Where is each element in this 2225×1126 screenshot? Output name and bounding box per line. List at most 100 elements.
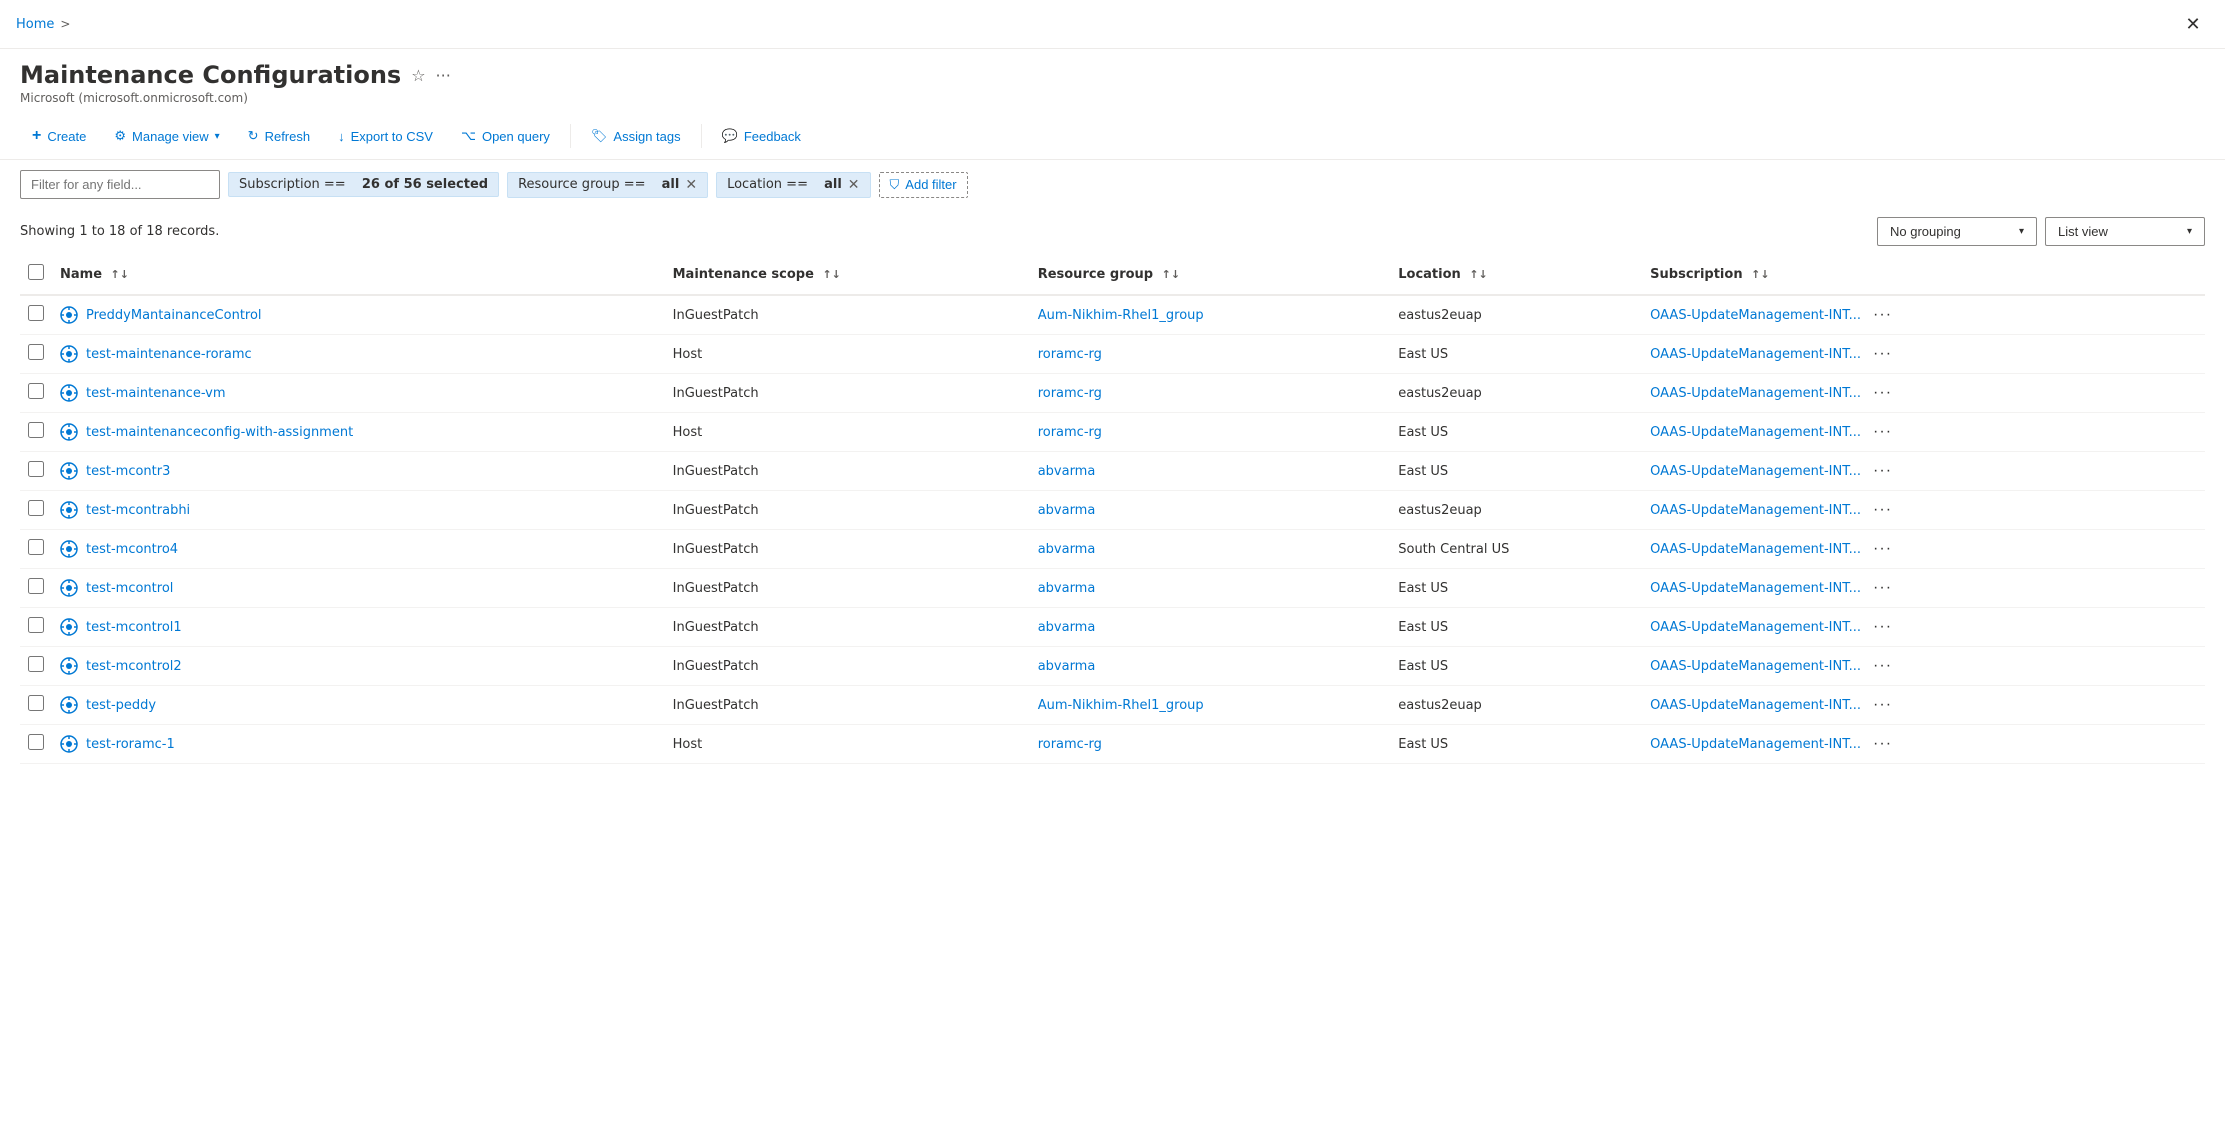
close-button[interactable]: ✕	[2177, 8, 2209, 40]
row-more-button[interactable]: ···	[1867, 343, 1898, 365]
row-rg-link[interactable]: roramc-rg	[1038, 386, 1102, 401]
row-rg-link[interactable]: abvarma	[1038, 542, 1096, 557]
row-rg-link[interactable]: abvarma	[1038, 464, 1096, 479]
row-name-cell: PreddyMantainanceControl	[52, 295, 665, 335]
row-checkbox[interactable]	[28, 734, 44, 750]
row-more-button[interactable]: ···	[1867, 499, 1898, 521]
row-more-button[interactable]: ···	[1867, 304, 1898, 326]
open-query-button[interactable]: ⌥ Open query	[449, 122, 562, 150]
row-more-button[interactable]: ···	[1867, 733, 1898, 755]
create-button[interactable]: + Create	[20, 121, 98, 151]
row-rg-link[interactable]: roramc-rg	[1038, 347, 1102, 362]
row-subscription-link[interactable]: OAAS-UpdateManagement-INT...	[1650, 698, 1861, 713]
row-rg-link[interactable]: Aum-Nikhim-Rhel1_group	[1038, 308, 1204, 323]
row-checkbox[interactable]	[28, 500, 44, 516]
row-checkbox[interactable]	[28, 539, 44, 555]
row-name-link[interactable]: test-mcontrol	[60, 579, 657, 597]
row-more-button[interactable]: ···	[1867, 382, 1898, 404]
row-more-button[interactable]: ···	[1867, 538, 1898, 560]
row-checkbox[interactable]	[28, 578, 44, 594]
row-subscription-link[interactable]: OAAS-UpdateManagement-INT...	[1650, 542, 1861, 557]
row-name-link[interactable]: test-mcontrabhi	[60, 501, 657, 519]
row-rg-link[interactable]: abvarma	[1038, 581, 1096, 596]
row-subscription-link[interactable]: OAAS-UpdateManagement-INT...	[1650, 464, 1861, 479]
column-header-name[interactable]: Name ↑↓	[52, 254, 665, 295]
row-name-link[interactable]: PreddyMantainanceControl	[60, 306, 657, 324]
view-dropdown[interactable]: List view ▾	[2045, 217, 2205, 246]
row-checkbox[interactable]	[28, 656, 44, 672]
toolbar-divider-2	[701, 124, 702, 148]
row-name-link[interactable]: test-roramc-1	[60, 735, 657, 753]
row-more-button[interactable]: ···	[1867, 616, 1898, 638]
row-subscription-link[interactable]: OAAS-UpdateManagement-INT...	[1650, 581, 1861, 596]
row-more-button[interactable]: ···	[1867, 577, 1898, 599]
row-subscription-link[interactable]: OAAS-UpdateManagement-INT...	[1650, 347, 1861, 362]
row-name-link[interactable]: test-maintenanceconfig-with-assignment	[60, 423, 657, 441]
row-rg-link[interactable]: abvarma	[1038, 659, 1096, 674]
row-more-button[interactable]: ···	[1867, 694, 1898, 716]
row-checkbox-cell	[20, 686, 52, 725]
column-header-location[interactable]: Location ↑↓	[1390, 254, 1642, 295]
row-more-button[interactable]: ···	[1867, 421, 1898, 443]
row-name-cell: test-mcontrabhi	[52, 491, 665, 530]
manage-view-button[interactable]: ⚙ Manage view ▾	[102, 122, 231, 150]
row-subscription-link[interactable]: OAAS-UpdateManagement-INT...	[1650, 737, 1861, 752]
row-more-button[interactable]: ···	[1867, 655, 1898, 677]
row-scope-cell: InGuestPatch	[665, 647, 1030, 686]
view-controls: No grouping ▾ List view ▾	[1877, 217, 2205, 246]
select-all-checkbox[interactable]	[28, 264, 44, 280]
pin-icon[interactable]: ☆	[411, 66, 425, 85]
assign-tags-button[interactable]: 🏷 Assign tags	[579, 122, 693, 150]
feedback-button[interactable]: 💬 Feedback	[710, 122, 813, 150]
row-checkbox[interactable]	[28, 344, 44, 360]
row-actions-cell	[2165, 295, 2205, 335]
filter-input[interactable]	[20, 170, 220, 199]
row-name-link[interactable]: test-mcontro4	[60, 540, 657, 558]
column-header-subscription[interactable]: Subscription ↑↓	[1642, 254, 2165, 295]
add-filter-button[interactable]: ⛉ Add filter	[879, 172, 968, 198]
row-checkbox[interactable]	[28, 617, 44, 633]
row-checkbox[interactable]	[28, 695, 44, 711]
row-subscription-link[interactable]: OAAS-UpdateManagement-INT...	[1650, 308, 1861, 323]
row-rg-link[interactable]: Aum-Nikhim-Rhel1_group	[1038, 698, 1204, 713]
row-subscription-link[interactable]: OAAS-UpdateManagement-INT...	[1650, 425, 1861, 440]
row-subscription-link[interactable]: OAAS-UpdateManagement-INT...	[1650, 503, 1861, 518]
row-subscription-link[interactable]: OAAS-UpdateManagement-INT...	[1650, 386, 1861, 401]
row-checkbox[interactable]	[28, 422, 44, 438]
row-name-link[interactable]: test-mcontrol2	[60, 657, 657, 675]
row-name-link[interactable]: test-mcontrol1	[60, 618, 657, 636]
maintenance-table: Name ↑↓ Maintenance scope ↑↓ Resource gr…	[20, 254, 2205, 764]
export-csv-button[interactable]: ↓ Export to CSV	[326, 123, 445, 150]
row-name-text: test-mcontrol2	[86, 659, 182, 674]
row-location-value: East US	[1398, 464, 1448, 479]
row-rg-link[interactable]: roramc-rg	[1038, 737, 1102, 752]
row-name-link[interactable]: test-peddy	[60, 696, 657, 714]
grouping-dropdown[interactable]: No grouping ▾	[1877, 217, 2037, 246]
row-name-link[interactable]: test-maintenance-roramc	[60, 345, 657, 363]
row-subscription-link[interactable]: OAAS-UpdateManagement-INT...	[1650, 620, 1861, 635]
row-scope-cell: InGuestPatch	[665, 569, 1030, 608]
row-actions-cell	[2165, 686, 2205, 725]
feedback-icon: 💬	[722, 128, 738, 144]
row-checkbox-cell	[20, 374, 52, 413]
row-name-cell: test-mcontr3	[52, 452, 665, 491]
row-name-link[interactable]: test-mcontr3	[60, 462, 657, 480]
row-rg-link[interactable]: roramc-rg	[1038, 425, 1102, 440]
row-rg-cell: roramc-rg	[1030, 374, 1391, 413]
row-name-text: test-mcontro4	[86, 542, 178, 557]
row-checkbox[interactable]	[28, 383, 44, 399]
row-checkbox[interactable]	[28, 461, 44, 477]
row-subscription-link[interactable]: OAAS-UpdateManagement-INT...	[1650, 659, 1861, 674]
row-rg-link[interactable]: abvarma	[1038, 620, 1096, 635]
more-options-icon[interactable]: ···	[436, 66, 451, 85]
column-header-rg[interactable]: Resource group ↑↓	[1030, 254, 1391, 295]
location-filter-close[interactable]: ✕	[848, 177, 860, 193]
row-rg-link[interactable]: abvarma	[1038, 503, 1096, 518]
breadcrumb-home[interactable]: Home	[16, 17, 54, 32]
row-more-button[interactable]: ···	[1867, 460, 1898, 482]
row-checkbox[interactable]	[28, 305, 44, 321]
row-name-link[interactable]: test-maintenance-vm	[60, 384, 657, 402]
refresh-button[interactable]: ↻ Refresh	[236, 122, 322, 150]
resource-group-filter-close[interactable]: ✕	[685, 177, 697, 193]
column-header-scope[interactable]: Maintenance scope ↑↓	[665, 254, 1030, 295]
